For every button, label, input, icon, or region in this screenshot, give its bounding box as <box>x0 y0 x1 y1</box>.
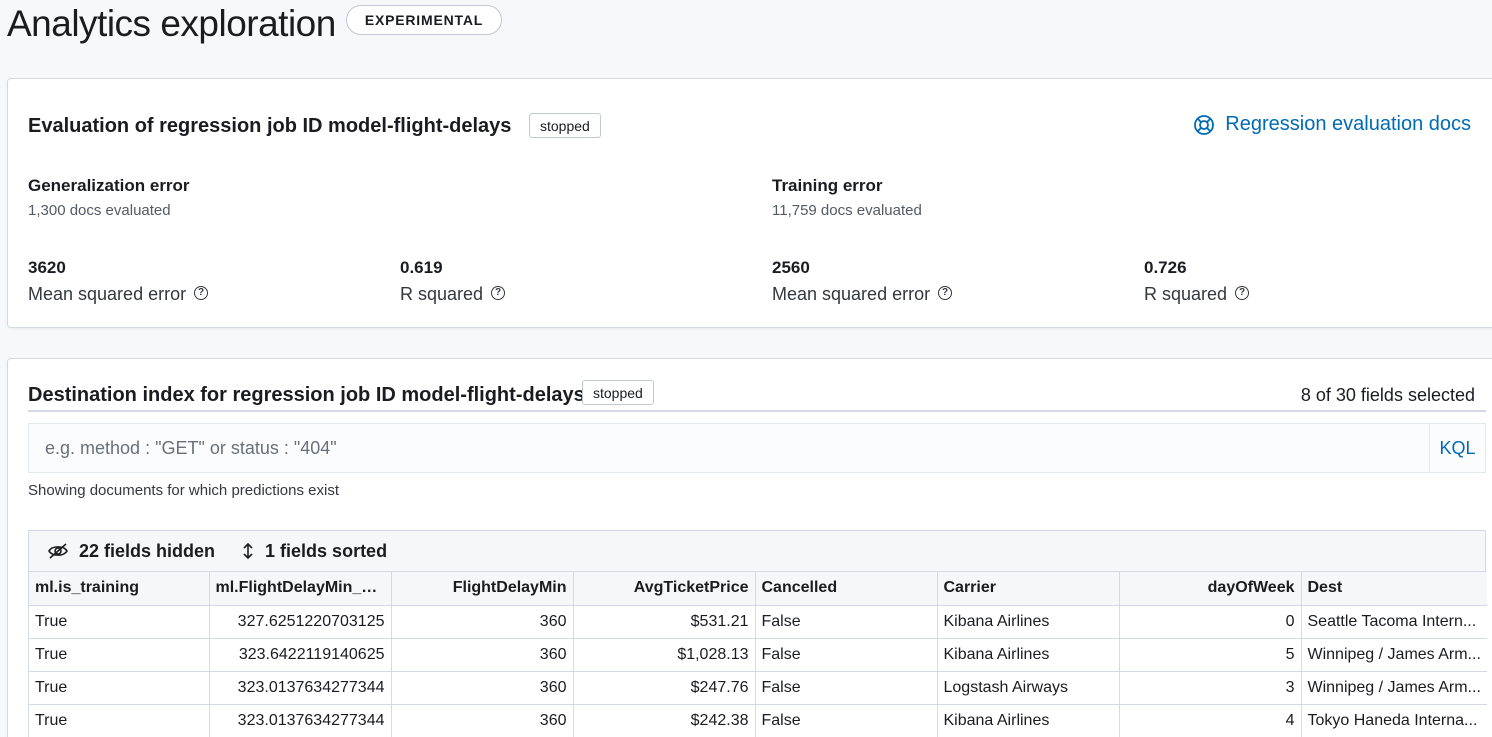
destination-status-badge: stopped <box>582 380 654 405</box>
fields-sorted-label: 1 fields sorted <box>265 540 388 561</box>
training-rsq-text: R squared <box>1144 284 1228 304</box>
table-cell[interactable]: 360 <box>391 638 574 672</box>
table-cell[interactable]: 0 <box>1119 605 1302 639</box>
table-cell[interactable]: True <box>29 638 210 672</box>
column-header[interactable]: Carrier <box>937 572 1120 606</box>
generalization-rsq-label: R squared ? <box>400 284 506 305</box>
table-cell[interactable]: True <box>29 605 210 639</box>
table-cell[interactable]: $247.76 <box>573 671 756 705</box>
table-cell[interactable]: 323.6422119140625 <box>209 638 392 672</box>
table-cell[interactable]: 323.0137634277344 <box>209 704 392 737</box>
column-header[interactable]: Cancelled <box>755 572 938 606</box>
results-table: ml.is_training ml.FlightDelayMin_pr... F… <box>29 572 1487 737</box>
table-cell[interactable]: $531.21 <box>573 605 756 639</box>
page-title: Analytics exploration <box>7 3 336 44</box>
table-cell[interactable]: True <box>29 704 210 737</box>
training-rsq-label: R squared ? <box>1144 284 1250 305</box>
table-cell[interactable]: Kibana Airlines <box>937 605 1120 639</box>
showing-documents-note: Showing documents for which predictions … <box>28 482 339 499</box>
column-header[interactable]: AvgTicketPrice <box>573 572 756 606</box>
fields-hidden-label: 22 fields hidden <box>79 540 216 561</box>
grid-toolbar: 22 fields hidden 1 fields sorted <box>29 531 1485 572</box>
generalization-rsq-value: 0.619 <box>400 258 443 277</box>
table-cell[interactable]: $1,028.13 <box>573 638 756 672</box>
fields-selected-count: 8 of 30 fields selected <box>1300 385 1475 405</box>
training-mse-label: Mean squared error ? <box>772 284 953 305</box>
question-icon[interactable]: ? <box>491 286 506 300</box>
query-bar: KQL <box>28 423 1486 473</box>
generalization-mse-value: 3620 <box>28 258 66 277</box>
table-cell[interactable]: 323.0137634277344 <box>209 671 392 705</box>
destination-panel: Destination index for regression job ID … <box>7 358 1492 737</box>
training-rsq-value: 0.726 <box>1144 258 1187 277</box>
table-cell[interactable]: Seattle Tacoma Intern... <box>1301 605 1487 639</box>
column-header[interactable]: ml.FlightDelayMin_pr... <box>209 572 392 606</box>
question-icon[interactable]: ? <box>1235 286 1250 300</box>
generalization-mse-label: Mean squared error ? <box>28 284 209 305</box>
table-cell[interactable]: True <box>29 671 210 705</box>
training-docs-evaluated: 11,759 docs evaluated <box>772 202 922 219</box>
destination-title: Destination index for regression job ID … <box>28 384 585 406</box>
table-header-row: ml.is_training ml.FlightDelayMin_pr... F… <box>29 572 1487 606</box>
table-row: True 327.6251220703125 360 $531.21 False… <box>29 605 1487 639</box>
table-cell[interactable]: False <box>755 605 938 639</box>
column-header[interactable]: dayOfWeek <box>1119 572 1302 606</box>
question-icon[interactable]: ? <box>194 286 209 300</box>
table-row: True 323.6422119140625 360 $1,028.13 Fal… <box>29 638 1487 672</box>
table-cell[interactable]: 360 <box>391 605 574 639</box>
regression-docs-link[interactable]: Regression evaluation docs <box>1193 113 1471 136</box>
generalization-mse-text: Mean squared error <box>28 284 187 304</box>
column-header[interactable]: FlightDelayMin <box>391 572 574 606</box>
regression-docs-label: Regression evaluation docs <box>1225 113 1471 135</box>
table-cell[interactable]: 5 <box>1119 638 1302 672</box>
eye-closed-icon <box>48 543 68 559</box>
table-cell[interactable]: 327.6251220703125 <box>209 605 392 639</box>
table-cell[interactable]: Kibana Airlines <box>937 638 1120 672</box>
evaluation-panel: Evaluation of regression job ID model-fl… <box>7 78 1492 328</box>
search-input[interactable] <box>29 424 1429 472</box>
training-error-heading: Training error <box>772 176 883 195</box>
generalization-rsq-text: R squared <box>400 284 484 304</box>
question-icon[interactable]: ? <box>938 286 953 300</box>
kql-button[interactable]: KQL <box>1429 424 1485 472</box>
table-cell[interactable]: Logstash Airways <box>937 671 1120 705</box>
data-grid: 22 fields hidden 1 fields sorted ml.is_t… <box>28 530 1487 737</box>
table-cell[interactable]: Tokyo Haneda Interna... <box>1301 704 1487 737</box>
table-cell[interactable]: False <box>755 638 938 672</box>
experimental-badge: EXPERIMENTAL <box>345 5 503 35</box>
table-cell[interactable]: 360 <box>391 671 574 705</box>
table-cell[interactable]: 4 <box>1119 704 1302 737</box>
table-cell[interactable]: Winnipeg / James Arm... <box>1301 671 1487 705</box>
table-row: True 323.0137634277344 360 $242.38 False… <box>29 704 1487 737</box>
table-cell[interactable]: 360 <box>391 704 574 737</box>
title-divider <box>28 410 1486 412</box>
page-header: Analytics exploration EXPERIMENTAL <box>7 2 503 46</box>
fields-sorted-button[interactable]: 1 fields sorted <box>241 541 387 562</box>
column-header[interactable]: Dest <box>1301 572 1487 606</box>
table-cell[interactable]: $242.38 <box>573 704 756 737</box>
table-row: True 323.0137634277344 360 $247.76 False… <box>29 671 1487 705</box>
table-cell[interactable]: False <box>755 704 938 737</box>
table-cell[interactable]: 3 <box>1119 671 1302 705</box>
lifebuoy-icon <box>1194 114 1215 135</box>
fields-hidden-button[interactable]: 22 fields hidden <box>47 541 215 562</box>
sort-icon <box>243 542 253 560</box>
training-mse-text: Mean squared error <box>772 284 931 304</box>
evaluation-status-badge: stopped <box>529 113 601 138</box>
training-mse-value: 2560 <box>772 258 810 277</box>
generalization-docs-evaluated: 1,300 docs evaluated <box>28 202 171 219</box>
evaluation-title: Evaluation of regression job ID model-fl… <box>28 115 512 137</box>
generalization-error-heading: Generalization error <box>28 176 190 195</box>
column-header[interactable]: ml.is_training <box>29 572 210 606</box>
table-cell[interactable]: Kibana Airlines <box>937 704 1120 737</box>
table-cell[interactable]: Winnipeg / James Arm... <box>1301 638 1487 672</box>
table-cell[interactable]: False <box>755 671 938 705</box>
